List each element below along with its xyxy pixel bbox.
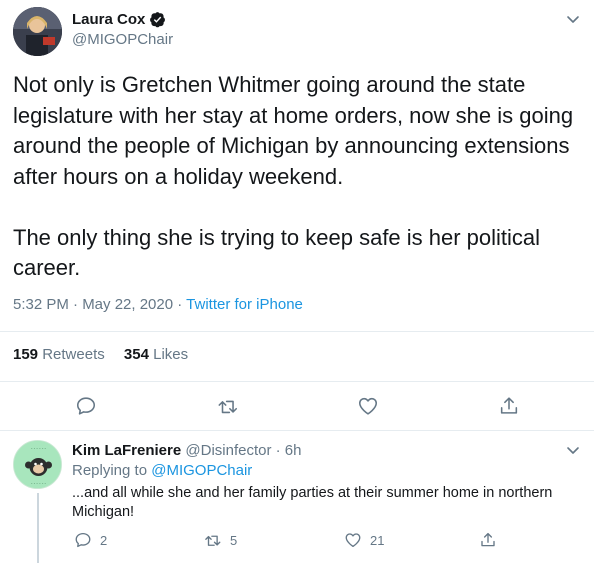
reply-reply-count: 2: [100, 532, 108, 548]
svg-text:- - - - - -: - - - - - -: [31, 446, 47, 451]
reply-retweet-count: 5: [230, 532, 238, 548]
retweets-count: 159: [13, 346, 39, 363]
replying-to-handle[interactable]: @MIGOPChair: [151, 462, 252, 479]
tweet-timestamp[interactable]: 5:32 PM · May 22, 2020 ·: [13, 296, 182, 313]
reply-avatar[interactable]: - - - - - - - - - - - -: [13, 440, 62, 489]
main-tweet: Laura Cox @MIGOPChair Not only is Gretch…: [0, 0, 594, 431]
author-block: Laura Cox @MIGOPChair: [72, 11, 173, 48]
tweet-actions: [0, 392, 594, 420]
svg-text:- - - - - -: - - - - - -: [31, 481, 47, 486]
reply-icon: [75, 532, 91, 548]
retweets-label: Retweets: [42, 346, 105, 363]
reply-icon[interactable]: [75, 395, 97, 417]
reply-reply-button[interactable]: 2: [74, 531, 107, 549]
author-avatar[interactable]: [13, 7, 62, 56]
reply-actions: 2 5 21: [72, 531, 502, 551]
author-name[interactable]: Laura Cox: [72, 11, 145, 28]
tweet-text: Not only is Gretchen Whitmer going aroun…: [13, 72, 574, 280]
like-icon: [345, 533, 361, 548]
retweets-stat[interactable]: 159 Retweets: [13, 346, 105, 363]
share-icon: [481, 532, 495, 547]
reply-like-button[interactable]: 21: [344, 531, 384, 549]
reply-retweet-button[interactable]: 5: [204, 531, 237, 549]
replying-to: Replying to @MIGOPChair: [72, 462, 252, 479]
reply-like-count: 21: [370, 532, 385, 548]
reply-handle-time[interactable]: @Disinfector · 6h: [185, 442, 301, 459]
tweet-meta: 5:32 PM · May 22, 2020 · Twitter for iPh…: [13, 296, 303, 313]
reply-author-name[interactable]: Kim LaFreniere: [72, 442, 181, 459]
likes-count: 354: [123, 346, 149, 363]
reply-header: Kim LaFreniere @Disinfector · 6h: [72, 442, 302, 459]
retweet-icon[interactable]: [217, 395, 239, 417]
likes-stat[interactable]: 354 Likes: [124, 346, 188, 363]
verified-badge-icon: [149, 11, 166, 28]
chevron-down-icon[interactable]: [565, 11, 581, 27]
reply-text: ...and all while she and her family part…: [72, 485, 553, 520]
reply-share-button[interactable]: [479, 531, 497, 549]
author-handle[interactable]: @MIGOPChair: [72, 31, 173, 48]
replying-prefix: Replying to: [72, 462, 148, 479]
thread-line: [37, 493, 39, 563]
retweet-icon: [205, 535, 221, 546]
likes-label: Likes: [153, 346, 189, 363]
tweet-source[interactable]: Twitter for iPhone: [186, 296, 303, 313]
chevron-down-icon[interactable]: [565, 442, 581, 458]
tweet-stats: 159 Retweets 354 Likes: [0, 331, 594, 382]
share-icon[interactable]: [498, 395, 520, 417]
like-icon[interactable]: [357, 395, 379, 417]
